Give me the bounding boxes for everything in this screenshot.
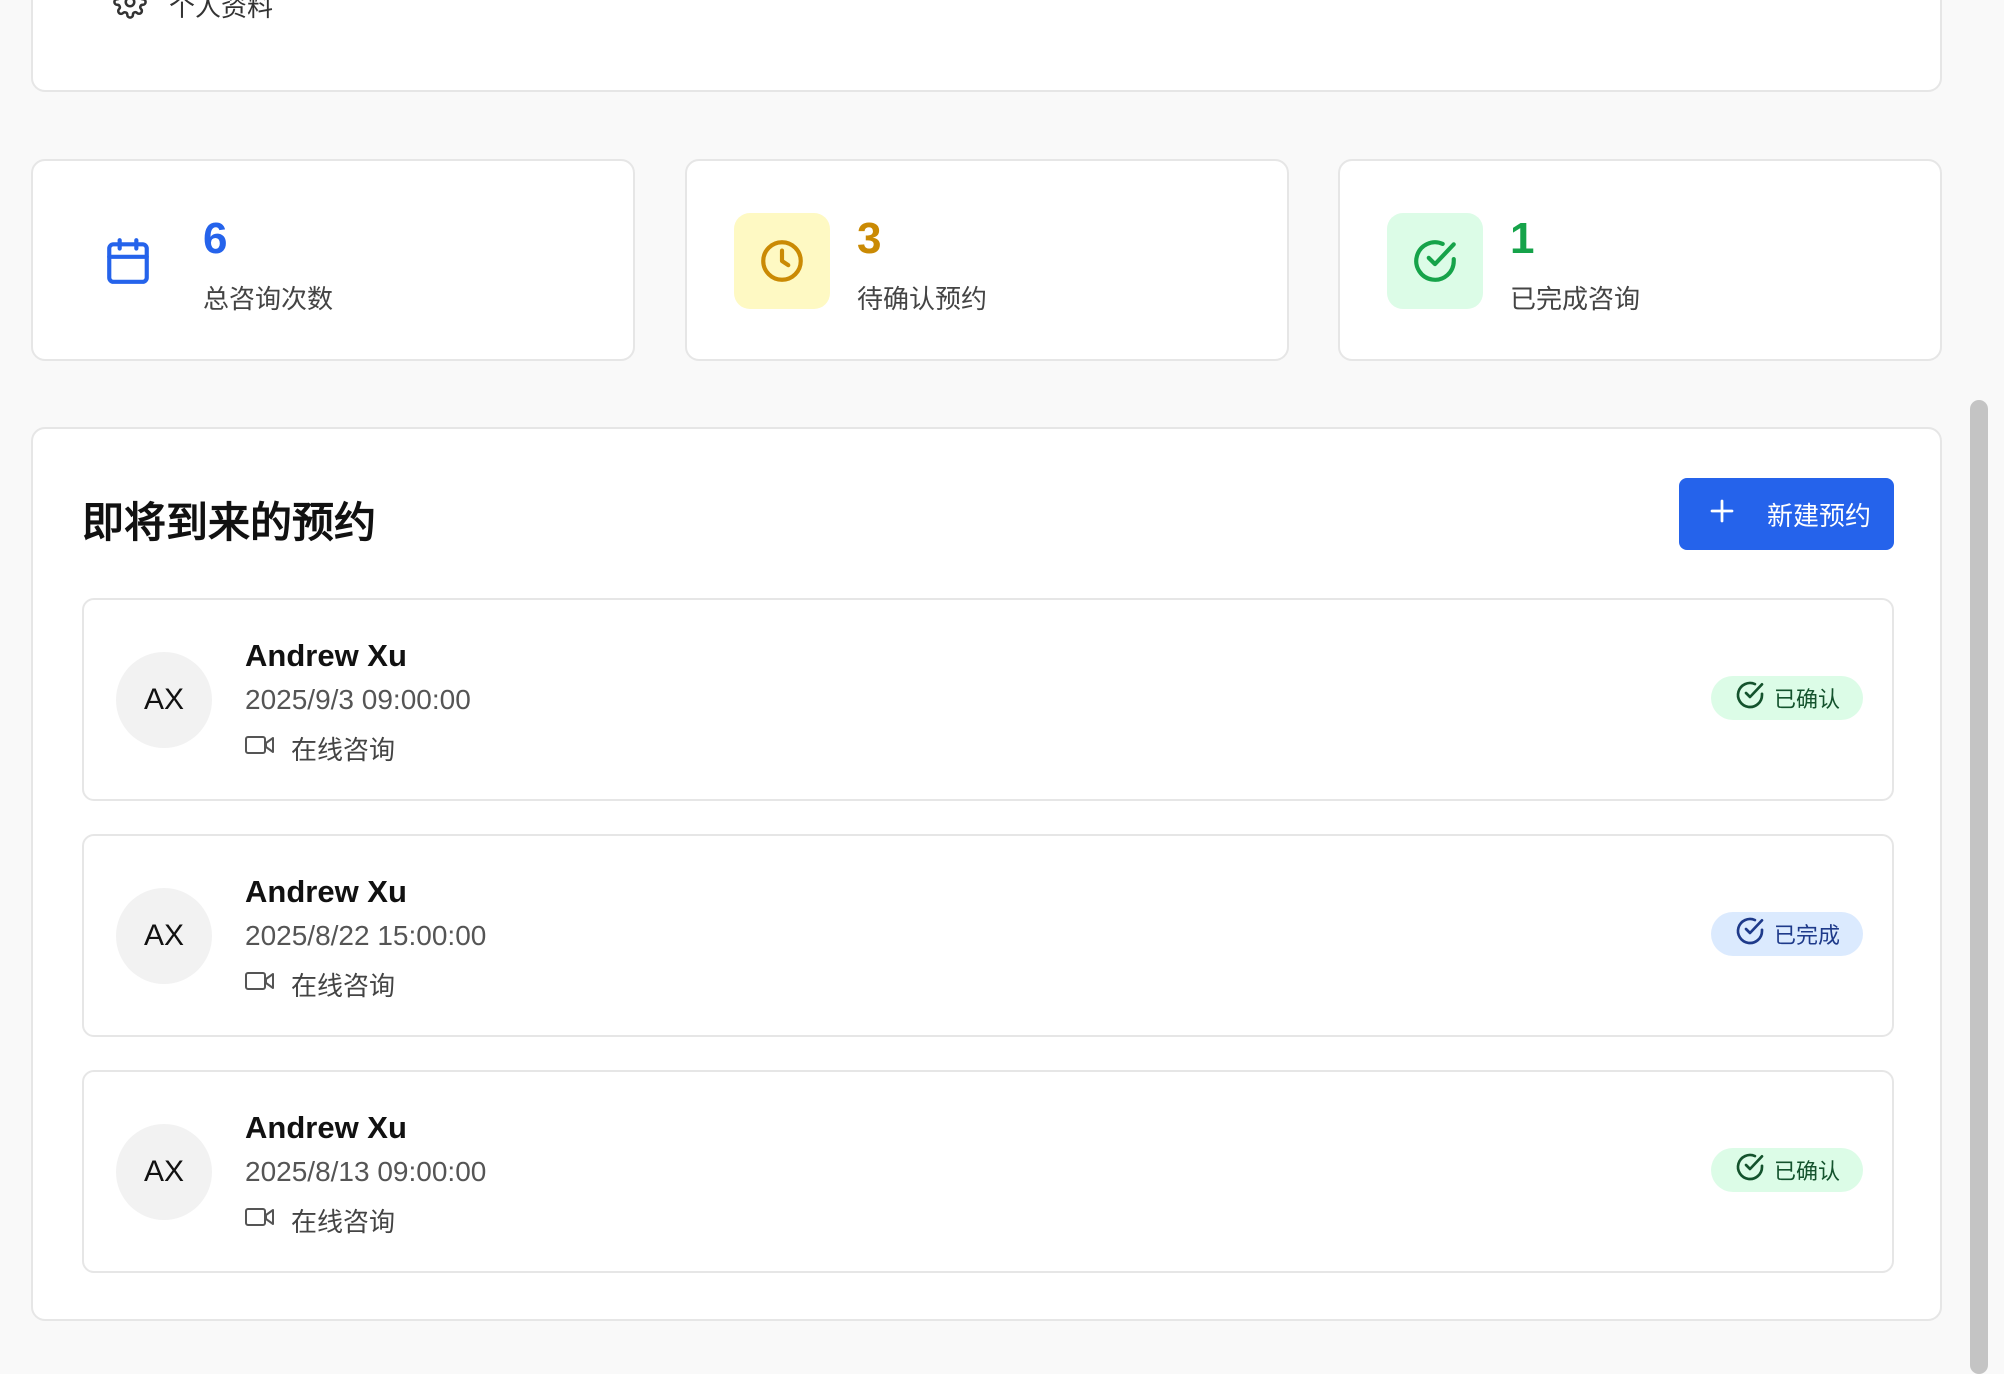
check-circle-icon <box>1734 915 1766 953</box>
plus-icon <box>1707 496 1737 533</box>
check-circle-icon <box>1387 213 1483 309</box>
stat-label: 待确认预约 <box>857 284 988 314</box>
avatar: AX <box>116 888 212 984</box>
avatar: AX <box>116 652 212 748</box>
scrollbar[interactable] <box>1970 400 1988 1374</box>
appointment-item[interactable]: AX Andrew Xu 2025/8/13 09:00:00 在线咨询 已确认 <box>82 1070 1894 1273</box>
video-icon <box>245 1205 275 1236</box>
appointment-datetime: 2025/8/22 15:00:00 <box>245 920 487 951</box>
nav-card: 个人资料 <box>31 0 1942 92</box>
calendar-icon <box>80 213 176 309</box>
stat-value: 3 <box>857 214 882 263</box>
stat-value: 6 <box>203 214 228 263</box>
stat-label: 已完成咨询 <box>1510 284 1641 314</box>
stat-card-pending: 3 待确认预约 <box>685 159 1289 361</box>
status-label: 已完成 <box>1773 923 1840 948</box>
appointment-datetime: 2025/9/3 09:00:00 <box>245 684 471 715</box>
section-title: 即将到来的预约 <box>82 499 377 546</box>
appointment-type: 在线咨询 <box>245 1202 395 1239</box>
appointment-name: Andrew Xu <box>245 874 407 909</box>
new-appointment-label: 新建预约 <box>1767 500 1872 531</box>
appointment-type-label: 在线咨询 <box>291 1207 396 1237</box>
status-badge: 已确认 <box>1711 1148 1863 1192</box>
appointment-type: 在线咨询 <box>245 966 395 1003</box>
appointment-item[interactable]: AX Andrew Xu 2025/8/22 15:00:00 在线咨询 已完成 <box>82 834 1894 1037</box>
appointment-type-label: 在线咨询 <box>291 735 396 765</box>
nav-item-label: 个人资料 <box>169 0 274 22</box>
check-circle-icon <box>1734 1151 1766 1189</box>
nav-item-profile[interactable]: 个人资料 <box>113 0 273 22</box>
stat-card-total: 6 总咨询次数 <box>31 159 635 361</box>
clock-icon <box>734 213 830 309</box>
appointments-card: 即将到来的预约 新建预约 AX Andrew Xu 2025/9/3 09:00… <box>31 427 1942 1321</box>
avatar: AX <box>116 1124 212 1220</box>
appointment-type-label: 在线咨询 <box>291 971 396 1001</box>
appointment-item[interactable]: AX Andrew Xu 2025/9/3 09:00:00 在线咨询 已确认 <box>82 598 1894 801</box>
status-badge: 已完成 <box>1711 912 1863 956</box>
status-badge: 已确认 <box>1711 676 1863 720</box>
new-appointment-button[interactable]: 新建预约 <box>1679 478 1894 550</box>
video-icon <box>245 969 275 1000</box>
check-circle-icon <box>1734 679 1766 717</box>
status-label: 已确认 <box>1773 1159 1840 1184</box>
stat-value: 1 <box>1510 214 1535 263</box>
appointment-datetime: 2025/8/13 09:00:00 <box>245 1156 487 1187</box>
stat-card-completed: 1 已完成咨询 <box>1338 159 1942 361</box>
appointment-type: 在线咨询 <box>245 730 395 767</box>
appointment-name: Andrew Xu <box>245 638 407 673</box>
gear-icon <box>113 0 147 26</box>
video-icon <box>245 733 275 764</box>
page: 个人资料 6 总咨询次数 3 待确认预约 1 已完成咨询 即将到来的预约 新建预… <box>0 0 2004 1374</box>
stat-label: 总咨询次数 <box>203 284 334 314</box>
appointment-name: Andrew Xu <box>245 1110 407 1145</box>
status-label: 已确认 <box>1773 687 1840 712</box>
